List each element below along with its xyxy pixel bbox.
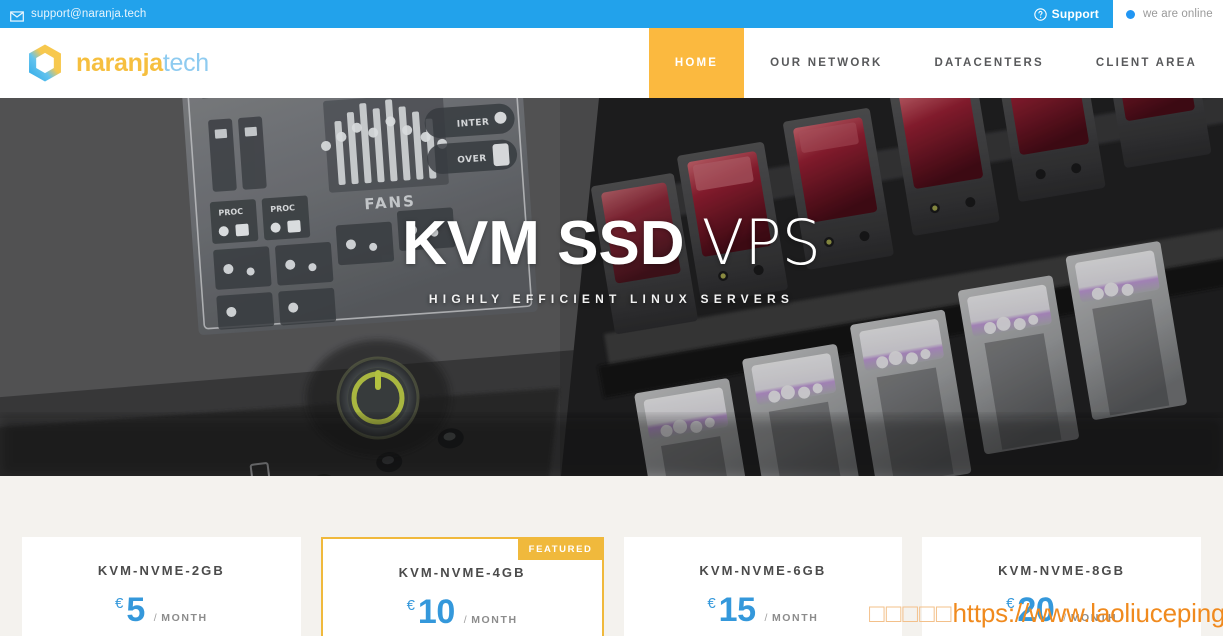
support-email-text[interactable]: support@naranja.tech <box>31 8 146 20</box>
period-label: MONTH <box>161 612 208 624</box>
plan-price: € 15 / MONTH <box>624 591 903 630</box>
plan-card-kvm-nvme-8gb[interactable]: KVM-NVME-8GB € 20 / MONTH <box>922 537 1201 636</box>
plan-name: KVM-NVME-4GB <box>398 565 526 580</box>
period-label: MONTH <box>471 614 518 626</box>
plan-amount: 5 <box>126 591 145 629</box>
featured-badge: FEATURED <box>517 539 602 560</box>
support-link[interactable]: Support <box>1033 7 1099 21</box>
hexagon-ring-logo-icon <box>24 42 66 84</box>
plan-name: KVM-NVME-2GB <box>97 563 225 578</box>
period-separator: / <box>153 612 157 624</box>
nav-item-home[interactable]: HOME <box>648 28 745 98</box>
nav-item-datacenters[interactable]: DATACENTERS <box>909 28 1070 98</box>
currency-symbol: € <box>1006 595 1015 612</box>
period-label: MONTH <box>771 612 819 624</box>
plan-name: KVM-NVME-6GB <box>699 563 827 578</box>
plan-amount: 15 <box>718 591 756 629</box>
currency-symbol: € <box>406 597 415 614</box>
period-separator: / <box>463 614 467 626</box>
hero-banner: FANS INTER OVER PROC PROC KVM SSD VPS HI… <box>0 98 1223 476</box>
plan-period: / MONTH <box>764 612 818 624</box>
envelope-icon <box>10 9 24 22</box>
plan-price: € 20 / MONTH <box>922 591 1201 630</box>
currency-symbol: € <box>115 595 124 612</box>
logo-word-naranja: naranja <box>76 48 163 77</box>
plan-amount: 10 <box>417 593 455 631</box>
pricing-card-row: KVM-NVME-2GB € 5 / MONTH FEATURED KVM-NV… <box>0 537 1223 636</box>
hero-title-light: VPS <box>701 205 821 279</box>
nav-item-client-area[interactable]: CLIENT AREA <box>1070 28 1223 98</box>
plan-card-kvm-nvme-4gb[interactable]: FEATURED KVM-NVME-4GB € 10 / MONTH <box>320 537 604 636</box>
main-navigation: HOME OUR NETWORK DATACENTERS CLIENT AREA <box>648 28 1223 98</box>
period-separator: / <box>1063 612 1067 624</box>
hero-title: KVM SSD VPS <box>402 210 821 276</box>
question-circle-icon <box>1033 7 1047 21</box>
hero-title-strong: KVM SSD <box>402 208 685 278</box>
site-header: naranjatech HOME OUR NETWORK DATACENTERS… <box>0 28 1223 98</box>
pricing-section: KVM-NVME-2GB € 5 / MONTH FEATURED KVM-NV… <box>0 476 1223 636</box>
logo-word-tech: tech <box>162 48 209 77</box>
plan-amount: 20 <box>1017 591 1055 629</box>
plan-period: / MONTH <box>464 614 518 626</box>
logo-wordmark: naranjatech <box>76 48 209 77</box>
online-status-dot-icon <box>1126 9 1135 19</box>
plan-name: KVM-NVME-8GB <box>998 563 1126 578</box>
hero-subtitle: HIGHLY EFFICIENT LINUX SERVERS <box>428 292 795 307</box>
live-chat-widget[interactable]: we are online <box>1113 0 1223 28</box>
currency-symbol: € <box>707 595 716 612</box>
period-label: MONTH <box>1070 612 1118 624</box>
chat-status-label: we are online <box>1143 8 1213 20</box>
plan-price: € 10 / MONTH <box>323 593 602 632</box>
plan-card-kvm-nvme-2gb[interactable]: KVM-NVME-2GB € 5 / MONTH <box>22 537 301 636</box>
plan-card-kvm-nvme-6gb[interactable]: KVM-NVME-6GB € 15 / MONTH <box>623 537 903 636</box>
plan-period: / MONTH <box>1063 612 1117 624</box>
top-utility-bar: support@naranja.tech Support we are onli… <box>0 0 1223 28</box>
support-link-label: Support <box>1051 7 1099 21</box>
topbar-contact: support@naranja.tech <box>0 8 1034 22</box>
period-separator: / <box>764 612 768 624</box>
plan-price: € 5 / MONTH <box>22 591 301 630</box>
nav-item-our-network[interactable]: OUR NETWORK <box>744 28 908 98</box>
plan-period: / MONTH <box>154 612 208 624</box>
hero-text-block: KVM SSD VPS HIGHLY EFFICIENT LINUX SERVE… <box>0 98 1223 476</box>
site-logo[interactable]: naranjatech <box>0 28 649 98</box>
